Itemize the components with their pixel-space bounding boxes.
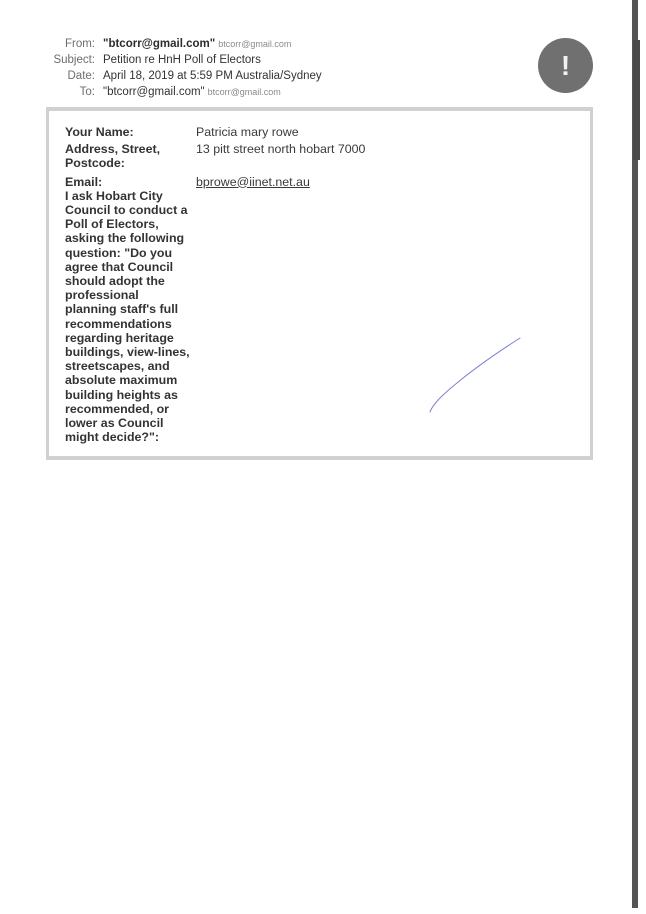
to-address: btcorr@gmail.com: [207, 87, 281, 97]
from-value[interactable]: "btcorr@gmail.com" btcorr@gmail.com: [103, 36, 291, 52]
subject-value: Petition re HnH Poll of Electors: [103, 54, 261, 66]
from-name: "btcorr@gmail.com": [103, 38, 216, 50]
date-row: Date: April 18, 2019 at 5:59 PM Australi…: [0, 68, 500, 84]
form-row-address: Address, Street, Postcode: 13 pitt stree…: [65, 142, 580, 170]
from-label: From:: [64, 38, 95, 50]
email-header: From: "btcorr@gmail.com" btcorr@gmail.com…: [0, 36, 500, 100]
from-address: btcorr@gmail.com: [218, 39, 292, 49]
address-value: 13 pitt street north hobart 7000: [196, 142, 366, 157]
to-label: To:: [79, 86, 95, 98]
date-value: April 18, 2019 at 5:59 PM Australia/Sydn…: [103, 70, 322, 82]
to-value[interactable]: "btcorr@gmail.com" btcorr@gmail.com: [103, 84, 281, 100]
from-row: From: "btcorr@gmail.com" btcorr@gmail.com: [0, 36, 500, 52]
form-row-email: Email: bprowe@iinet.net.au: [65, 175, 580, 189]
scan-edge-line-thick: [633, 40, 640, 160]
exclamation-icon: !: [538, 38, 593, 93]
date-label: Date:: [67, 70, 96, 82]
email-label: Email:: [65, 174, 103, 189]
to-row: To: "btcorr@gmail.com" btcorr@gmail.com: [0, 84, 500, 100]
form-row-name: Your Name: Patricia mary rowe: [65, 125, 580, 139]
question-label: I ask Hobart City Council to conduct a P…: [65, 188, 190, 445]
subject-label: Subject:: [53, 54, 95, 66]
name-label: Your Name:: [65, 125, 134, 139]
name-value: Patricia mary rowe: [196, 125, 299, 139]
subject-row: Subject: Petition re HnH Poll of Elector…: [0, 52, 500, 68]
pen-stroke: [429, 337, 521, 413]
email-link[interactable]: bprowe@iinet.net.au: [196, 175, 310, 189]
pen-stroke-mark: [429, 337, 521, 413]
address-label: Address, Street, Postcode:: [65, 142, 161, 171]
to-name: "btcorr@gmail.com": [103, 86, 205, 98]
